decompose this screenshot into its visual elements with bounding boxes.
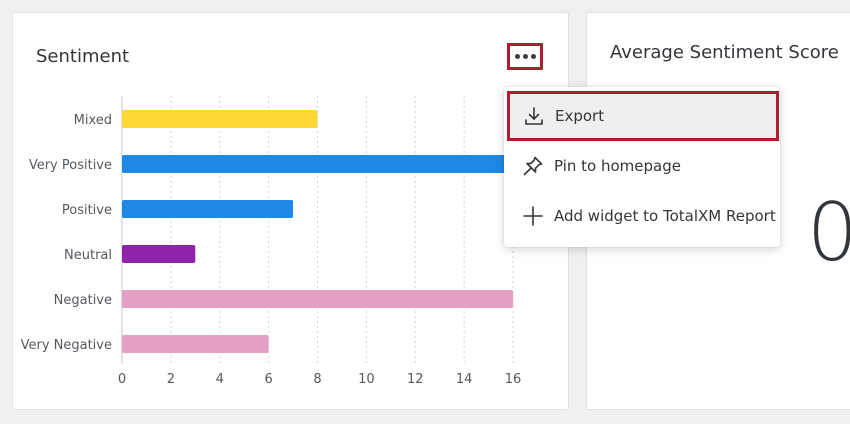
bar — [122, 335, 269, 353]
bar — [122, 110, 318, 128]
more-options-button[interactable] — [507, 43, 543, 70]
pin-icon — [521, 154, 545, 178]
x-tick-label: 10 — [358, 372, 375, 387]
score-title: Average Sentiment Score — [610, 42, 839, 63]
x-tick-label: 2 — [167, 372, 175, 387]
bar — [122, 200, 294, 218]
more-dot-icon — [514, 54, 520, 59]
menu-item-label: Export — [555, 107, 605, 125]
options-menu: Export Pin to homepage Add widget to Tot… — [504, 87, 780, 247]
bar — [122, 290, 513, 308]
menu-item-label: Add widget to TotalXM Report — [554, 207, 776, 225]
download-icon — [522, 104, 546, 128]
x-tick-label: 8 — [313, 372, 321, 387]
more-dot-icon — [530, 54, 536, 59]
bar — [122, 155, 513, 173]
x-tick-label: 12 — [407, 372, 424, 387]
category-label: Very Negative — [21, 338, 112, 353]
x-tick-label: 16 — [505, 372, 522, 387]
category-label: Negative — [54, 293, 112, 308]
menu-item-label: Pin to homepage — [554, 157, 681, 175]
menu-item-pin-to-homepage[interactable]: Pin to homepage — [504, 141, 780, 191]
category-label: Very Positive — [29, 158, 112, 173]
x-tick-label: 4 — [216, 372, 224, 387]
x-tick-label: 14 — [456, 372, 473, 387]
category-label: Mixed — [74, 113, 112, 128]
x-tick-label: 6 — [264, 372, 272, 387]
plus-icon — [521, 204, 545, 228]
category-label: Neutral — [64, 248, 112, 263]
score-value: 0 — [807, 186, 850, 279]
menu-item-export[interactable]: Export — [507, 91, 779, 141]
more-dot-icon — [522, 54, 528, 59]
category-label: Positive — [62, 203, 112, 218]
bar — [122, 245, 196, 263]
x-tick-label: 0 — [118, 372, 126, 387]
menu-item-add-widget[interactable]: Add widget to TotalXM Report — [504, 191, 780, 241]
